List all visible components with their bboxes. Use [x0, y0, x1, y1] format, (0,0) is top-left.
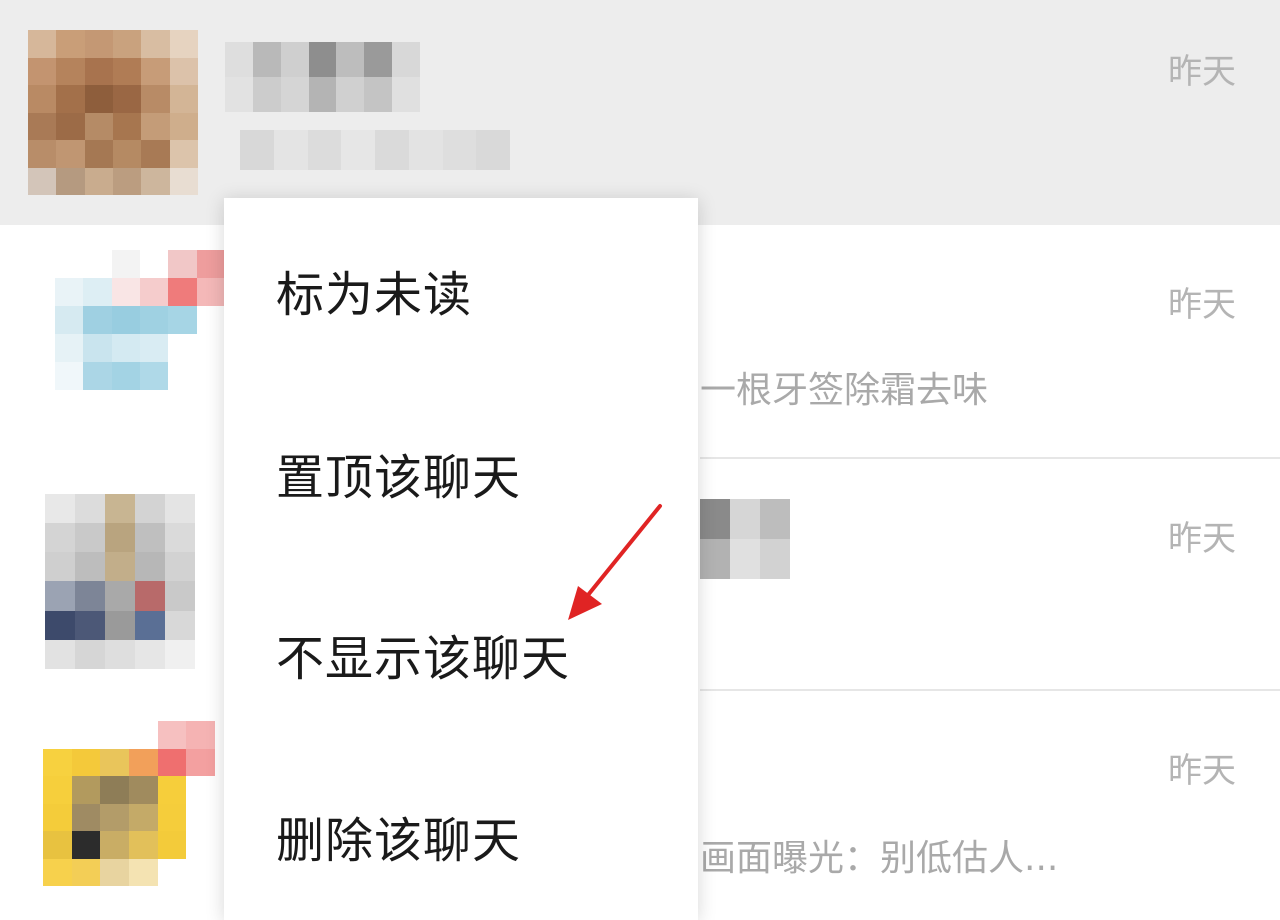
annotation-arrow-icon — [568, 504, 662, 620]
message-preview-blurred — [240, 130, 510, 170]
menu-item-mark-unread[interactable]: 标为未读 — [224, 230, 698, 350]
menu-item-label: 不显示该聊天 — [276, 631, 571, 687]
avatar-blurred[interactable] — [45, 494, 195, 669]
contact-name-blurred — [225, 42, 420, 112]
chat-time: 昨天 — [1168, 519, 1236, 559]
menu-item-label: 标为未读 — [276, 267, 473, 323]
chat-time: 昨天 — [1168, 751, 1236, 791]
message-preview: 画面曝光：别低估人... — [700, 838, 1059, 879]
menu-item-label: 置顶该聊天 — [276, 450, 522, 506]
contact-name-blurred — [700, 499, 790, 579]
avatar-blurred[interactable] — [55, 250, 225, 390]
chat-row-1[interactable]: 昨天 — [0, 0, 1280, 225]
message-preview: 一根牙签除霜去味 — [700, 370, 989, 411]
menu-item-label: 删除该聊天 — [276, 813, 522, 869]
chat-time: 昨天 — [1168, 52, 1236, 92]
avatar-blurred[interactable] — [28, 30, 198, 195]
menu-item-delete-chat[interactable]: 删除该聊天 — [224, 776, 698, 896]
chat-time: 昨天 — [1168, 285, 1236, 325]
avatar-blurred[interactable] — [43, 721, 215, 886]
